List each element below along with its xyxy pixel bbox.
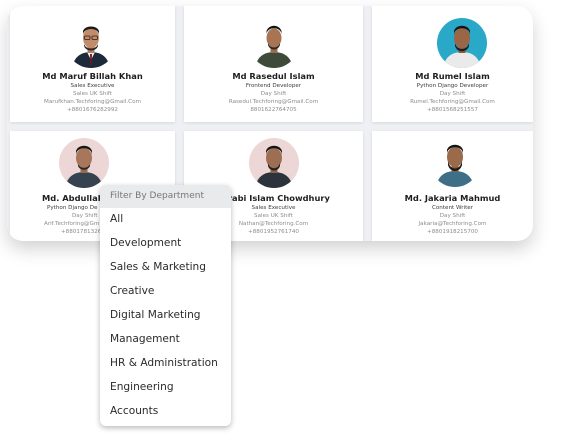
employee-shift: Day Shift: [439, 91, 466, 97]
avatar: [66, 18, 116, 68]
filter-option-sales-marketing[interactable]: Sales & Marketing: [110, 261, 206, 273]
employee-phone: +8801918215700: [427, 229, 478, 235]
employee-name: Md. Jakaria Mahmud: [404, 193, 501, 203]
filter-option-management[interactable]: Management: [110, 333, 180, 345]
employee-role: Content Writer: [431, 205, 474, 211]
filter-option-development[interactable]: Development: [110, 237, 181, 249]
department-filter-dropdown[interactable]: Filter By Department All Development Sal…: [100, 185, 231, 426]
filter-option-accounts[interactable]: Accounts: [110, 405, 158, 417]
employee-name: Md Maruf Billah Khan: [42, 71, 143, 81]
employee-email: Marufkhan.Techforing@Gmail.Com: [44, 99, 141, 105]
employee-phone: +8801676282992: [67, 107, 118, 113]
filter-option-all[interactable]: All: [110, 213, 123, 225]
filter-option-engineering[interactable]: Engineering: [110, 381, 174, 393]
filter-option-digital-marketing[interactable]: Digital Marketing: [110, 309, 201, 321]
employee-role: Frontend Developer: [245, 83, 302, 89]
filter-header: Filter By Department: [100, 185, 231, 208]
employee-phone: +8801568251557: [427, 107, 478, 113]
filter-option-creative[interactable]: Creative: [110, 285, 154, 297]
filter-option-hr-administration[interactable]: HR & Administration: [110, 357, 218, 369]
employee-card[interactable]: Md Rasedul Islam Frontend Developer Day …: [184, 6, 363, 122]
employee-shift: Sales UK Shift: [73, 91, 112, 97]
avatar: [249, 138, 299, 188]
employee-shift: Day Shift: [260, 91, 287, 97]
employee-card[interactable]: Md. Jakaria Mahmud Content Writer Day Sh…: [372, 131, 533, 241]
employee-role: Sales Executive: [70, 83, 115, 89]
employee-role: Python Django Developer: [416, 83, 489, 89]
avatar: [437, 18, 487, 68]
employee-name: Md Rasedul Islam: [232, 71, 315, 81]
employee-card[interactable]: Md Maruf Billah Khan Sales Executive Sal…: [10, 6, 175, 122]
avatar: [430, 137, 480, 187]
employee-phone: 8801622764705: [250, 107, 297, 113]
employee-card[interactable]: Md Rumel Islam Python Django Developer D…: [372, 6, 533, 122]
employee-email: Rumel.Techforing@Gmail.Com: [410, 99, 495, 105]
employee-email: Jakaria@Techforing.Com: [418, 221, 487, 227]
employee-grid: Md Maruf Billah Khan Sales Executive Sal…: [7, 6, 533, 241]
employee-email: Rasedul.Techforing@Gmail.Com: [228, 99, 319, 105]
avatar: [59, 138, 109, 188]
employee-shift: Day Shift: [439, 213, 466, 219]
avatar: [249, 18, 299, 68]
employee-name: Md Rumel Islam: [415, 71, 490, 81]
